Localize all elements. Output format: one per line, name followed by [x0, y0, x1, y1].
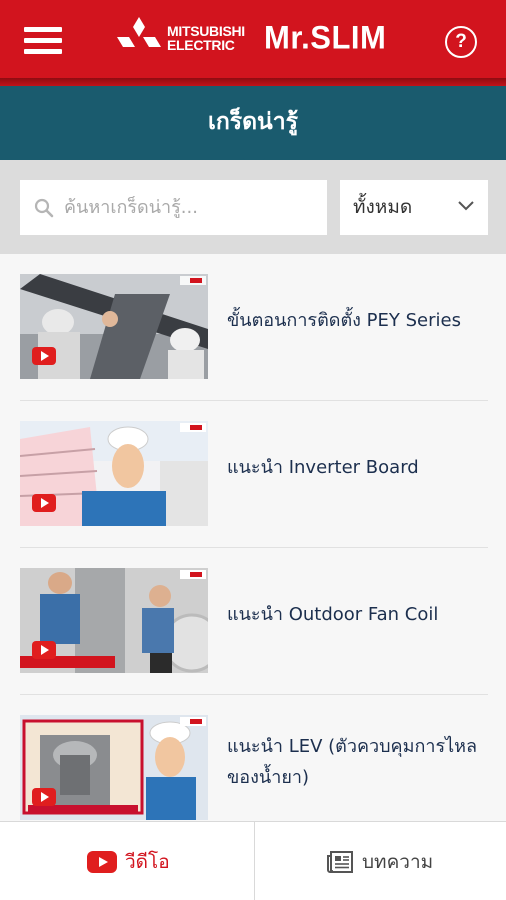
product-logo: Mr.SLIM [264, 19, 387, 56]
video-thumbnail[interactable] [20, 421, 208, 526]
tab-article[interactable]: บทความ [255, 822, 506, 900]
app-bar-shadow [0, 78, 506, 86]
page-title-band: เกร็ดน่ารู้ [0, 86, 506, 160]
chevron-down-icon [458, 201, 474, 211]
video-thumbnail[interactable] [20, 715, 208, 820]
tab-video-label: วีดีโอ [125, 850, 170, 873]
brand-line1: MITSUBISHI [167, 23, 245, 39]
search-icon [34, 198, 54, 218]
youtube-icon [87, 850, 117, 873]
play-badge-icon [32, 347, 56, 365]
play-badge-icon [32, 788, 56, 806]
item-title: แนะนำ Inverter Board [227, 457, 419, 478]
search-placeholder: ค้นหาเกร็ดน่ารู้... [64, 197, 198, 218]
menu-icon[interactable] [24, 26, 62, 56]
search-area: ค้นหาเกร็ดน่ารู้... ทั้งหมด [0, 160, 506, 254]
mitsubishi-diamonds-icon [117, 17, 161, 47]
category-filter-select[interactable]: ทั้งหมด [340, 180, 488, 235]
list-item[interactable]: แนะนำ LEV (ตัวควบคุมการไหลของน้ำยา) [0, 695, 506, 821]
item-title: ขั้นตอนการติดตั้ง PEY Series [227, 310, 461, 331]
bottom-tab-bar: วีดีโอ บทความ [0, 821, 506, 900]
item-title: แนะนำ LEV (ตัวควบคุมการไหลของน้ำยา) [227, 736, 478, 788]
search-input[interactable]: ค้นหาเกร็ดน่ารู้... [20, 180, 327, 235]
newspaper-icon [327, 850, 353, 873]
list-item[interactable]: แนะนำ Outdoor Fan Coil [0, 548, 506, 695]
play-badge-icon [32, 641, 56, 659]
app-bar: MITSUBISHI ELECTRIC Mr.SLIM ? [0, 0, 506, 82]
list-item[interactable]: ขั้นตอนการติดตั้ง PEY Series [0, 254, 506, 401]
item-title: แนะนำ Outdoor Fan Coil [227, 604, 439, 625]
filter-selected-value: ทั้งหมด [353, 196, 413, 218]
article-list: ขั้นตอนการติดตั้ง PEY Series แนะนำ Inver… [0, 254, 506, 821]
video-thumbnail[interactable] [20, 568, 208, 673]
tab-article-label: บทความ [362, 850, 434, 873]
list-item[interactable]: แนะนำ Inverter Board [0, 401, 506, 548]
play-badge-icon [32, 494, 56, 512]
help-button[interactable]: ? [445, 26, 477, 58]
video-thumbnail[interactable] [20, 274, 208, 379]
page-title: เกร็ดน่ารู้ [207, 109, 299, 135]
tab-video[interactable]: วีดีโอ [0, 822, 254, 900]
brand-logo: MITSUBISHI ELECTRIC [117, 14, 245, 62]
brand-line2: ELECTRIC [167, 37, 235, 53]
